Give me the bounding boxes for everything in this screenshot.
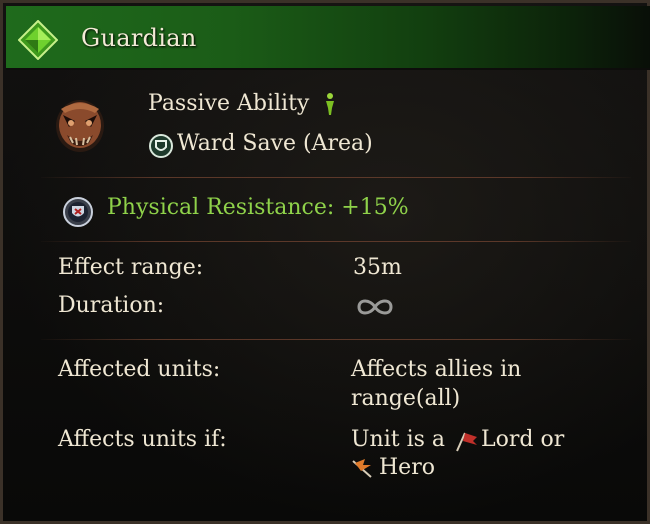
green-diamond-icon xyxy=(18,20,58,60)
ability-title: Guardian xyxy=(81,24,197,52)
hero-banner-icon xyxy=(352,459,372,478)
lord-banner-icon xyxy=(456,432,477,452)
lord-text: Lord or xyxy=(481,427,565,452)
affects-if-label: Affects units if: xyxy=(58,427,227,452)
divider xyxy=(41,339,631,340)
passive-figure-icon xyxy=(326,93,334,115)
ability-type-label: Passive Ability xyxy=(148,91,310,116)
ability-tooltip: Guardian Passive Ability Ward Save (Area… xyxy=(0,0,650,524)
effect-range-label: Effect range: xyxy=(58,255,204,280)
tooltip-header: Guardian xyxy=(6,6,650,70)
affects-if-prefix: Unit is a xyxy=(351,427,446,452)
resistance-shield-icon xyxy=(63,197,93,227)
infinity-icon xyxy=(357,299,393,315)
divider xyxy=(41,241,631,242)
effect-range-value: 35m xyxy=(353,255,402,280)
effect-text: Physical Resistance: +15% xyxy=(107,195,409,220)
affected-units-line1: Affects allies in xyxy=(351,357,522,382)
ability-name: Ward Save (Area) xyxy=(177,131,373,156)
affected-units-line2: range(all) xyxy=(351,386,461,411)
divider xyxy=(41,177,631,178)
affected-units-label: Affected units: xyxy=(58,357,221,382)
ward-shield-icon xyxy=(149,134,173,158)
demon-mask-icon xyxy=(56,100,104,152)
duration-label: Duration: xyxy=(58,293,165,318)
hero-text: Hero xyxy=(379,455,435,480)
